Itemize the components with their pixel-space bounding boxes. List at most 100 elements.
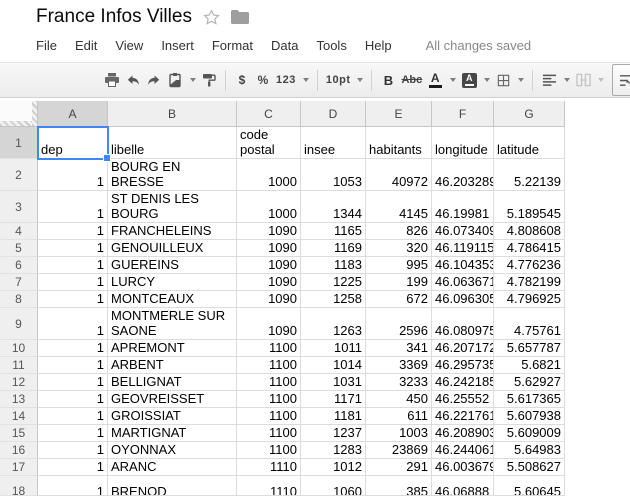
cell-C9[interactable]: 1090 bbox=[237, 308, 301, 340]
cell-F15[interactable]: 46.208903 bbox=[432, 425, 494, 442]
row-header-7[interactable]: 7 bbox=[0, 274, 38, 291]
row-header-17[interactable]: 17 bbox=[0, 459, 38, 476]
cell-G3[interactable]: 5.189545 bbox=[494, 191, 565, 223]
cell-G2[interactable]: 5.22139 bbox=[494, 159, 565, 191]
cell-G7[interactable]: 4.782199 bbox=[494, 274, 565, 291]
cell-A14[interactable]: 1 bbox=[38, 408, 108, 425]
row-header-3[interactable]: 3 bbox=[0, 191, 38, 223]
cell-C4[interactable]: 1090 bbox=[237, 223, 301, 240]
cell-C15[interactable]: 1100 bbox=[237, 425, 301, 442]
fill-color-caret[interactable] bbox=[484, 78, 490, 82]
cell-A1[interactable]: dep bbox=[38, 127, 108, 159]
cell-F14[interactable]: 46.221761 bbox=[432, 408, 494, 425]
cell-D11[interactable]: 1014 bbox=[301, 357, 366, 374]
cell-D15[interactable]: 1237 bbox=[301, 425, 366, 442]
cell-B15[interactable]: MARTIGNAT bbox=[108, 425, 237, 442]
cell-C3[interactable]: 1000 bbox=[237, 191, 301, 223]
column-header-D[interactable]: D bbox=[301, 101, 366, 127]
cell-E13[interactable]: 450 bbox=[366, 391, 432, 408]
cell-F10[interactable]: 46.207172 bbox=[432, 340, 494, 357]
cell-D7[interactable]: 1225 bbox=[301, 274, 366, 291]
cell-E9[interactable]: 2596 bbox=[366, 308, 432, 340]
cell-C13[interactable]: 1100 bbox=[237, 391, 301, 408]
row-header-5[interactable]: 5 bbox=[0, 240, 38, 257]
borders-caret[interactable] bbox=[518, 78, 524, 82]
column-header-E[interactable]: E bbox=[366, 101, 432, 127]
cell-G9[interactable]: 4.75761 bbox=[494, 308, 565, 340]
cell-E17[interactable]: 291 bbox=[366, 459, 432, 476]
text-color-button[interactable]: A bbox=[427, 68, 443, 92]
cell-C10[interactable]: 1100 bbox=[237, 340, 301, 357]
document-title[interactable]: France Infos Villes bbox=[36, 6, 192, 28]
cell-F3[interactable]: 46.19981 bbox=[432, 191, 494, 223]
paste-dropdown-caret[interactable] bbox=[190, 78, 196, 82]
cell-A5[interactable]: 1 bbox=[38, 240, 108, 257]
cell-G17[interactable]: 5.508627 bbox=[494, 459, 565, 476]
cell-D1[interactable]: insee bbox=[301, 127, 366, 159]
cell-C17[interactable]: 1110 bbox=[237, 459, 301, 476]
cell-A16[interactable]: 1 bbox=[38, 442, 108, 459]
row-header-12[interactable]: 12 bbox=[0, 374, 38, 391]
cell-D3[interactable]: 1344 bbox=[301, 191, 366, 223]
cell-F13[interactable]: 46.25552 bbox=[432, 391, 494, 408]
cell-A3[interactable]: 1 bbox=[38, 191, 108, 223]
row-header-4[interactable]: 4 bbox=[0, 223, 38, 240]
cell-C1[interactable]: code postal bbox=[237, 127, 301, 159]
cell-G14[interactable]: 5.607938 bbox=[494, 408, 565, 425]
cell-A6[interactable]: 1 bbox=[38, 257, 108, 274]
column-header-G[interactable]: G bbox=[494, 101, 565, 127]
cell-D16[interactable]: 1283 bbox=[301, 442, 366, 459]
cell-F18[interactable]: 46.06888 bbox=[432, 476, 494, 496]
cell-G8[interactable]: 4.796925 bbox=[494, 291, 565, 308]
cell-C12[interactable]: 1100 bbox=[237, 374, 301, 391]
cell-D18[interactable]: 1060 bbox=[301, 476, 366, 496]
cell-D10[interactable]: 1011 bbox=[301, 340, 366, 357]
cell-C6[interactable]: 1090 bbox=[237, 257, 301, 274]
cell-G11[interactable]: 5.6821 bbox=[494, 357, 565, 374]
cell-A17[interactable]: 1 bbox=[38, 459, 108, 476]
cell-B1[interactable]: libelle bbox=[108, 127, 237, 159]
row-header-18[interactable]: 18 bbox=[0, 476, 38, 496]
cell-E8[interactable]: 672 bbox=[366, 291, 432, 308]
menu-item-insert[interactable]: Insert bbox=[152, 38, 203, 53]
cell-G1[interactable]: latitude bbox=[494, 127, 565, 159]
row-header-10[interactable]: 10 bbox=[0, 340, 38, 357]
cell-F5[interactable]: 46.119115 bbox=[432, 240, 494, 257]
cell-A7[interactable]: 1 bbox=[38, 274, 108, 291]
cell-B10[interactable]: APREMONT bbox=[108, 340, 237, 357]
cell-G12[interactable]: 5.62927 bbox=[494, 374, 565, 391]
column-header-F[interactable]: F bbox=[432, 101, 494, 127]
cell-C18[interactable]: 1110 bbox=[237, 476, 301, 496]
currency-format-button[interactable]: $ bbox=[234, 68, 250, 92]
cell-A4[interactable]: 1 bbox=[38, 223, 108, 240]
row-header-8[interactable]: 8 bbox=[0, 291, 38, 308]
cell-B16[interactable]: OYONNAX bbox=[108, 442, 237, 459]
cell-B5[interactable]: GENOUILLEUX bbox=[108, 240, 237, 257]
cell-E7[interactable]: 199 bbox=[366, 274, 432, 291]
menu-item-data[interactable]: Data bbox=[262, 38, 307, 53]
merge-cells-button[interactable] bbox=[575, 68, 591, 92]
cell-F12[interactable]: 46.242185 bbox=[432, 374, 494, 391]
fill-color-button[interactable]: A bbox=[461, 68, 477, 92]
cell-A18[interactable]: 1 bbox=[38, 476, 108, 496]
cell-G5[interactable]: 4.786415 bbox=[494, 240, 565, 257]
star-icon[interactable] bbox=[203, 9, 220, 26]
cell-D5[interactable]: 1169 bbox=[301, 240, 366, 257]
cell-B14[interactable]: GROISSIAT bbox=[108, 408, 237, 425]
font-size-button[interactable]: 10pt bbox=[326, 68, 351, 92]
merge-cells-caret[interactable] bbox=[598, 78, 604, 82]
cell-F11[interactable]: 46.295735 bbox=[432, 357, 494, 374]
cell-F2[interactable]: 46.203289 bbox=[432, 159, 494, 191]
cell-D12[interactable]: 1031 bbox=[301, 374, 366, 391]
cell-E11[interactable]: 3369 bbox=[366, 357, 432, 374]
select-all-corner[interactable] bbox=[0, 101, 38, 127]
cell-C5[interactable]: 1090 bbox=[237, 240, 301, 257]
cell-B2[interactable]: BOURG EN BRESSE bbox=[108, 159, 237, 191]
cell-C2[interactable]: 1000 bbox=[237, 159, 301, 191]
row-header-13[interactable]: 13 bbox=[0, 391, 38, 408]
cell-A13[interactable]: 1 bbox=[38, 391, 108, 408]
menu-item-edit[interactable]: Edit bbox=[66, 38, 106, 53]
cell-C8[interactable]: 1090 bbox=[237, 291, 301, 308]
row-header-6[interactable]: 6 bbox=[0, 257, 38, 274]
print-button[interactable] bbox=[104, 68, 120, 92]
